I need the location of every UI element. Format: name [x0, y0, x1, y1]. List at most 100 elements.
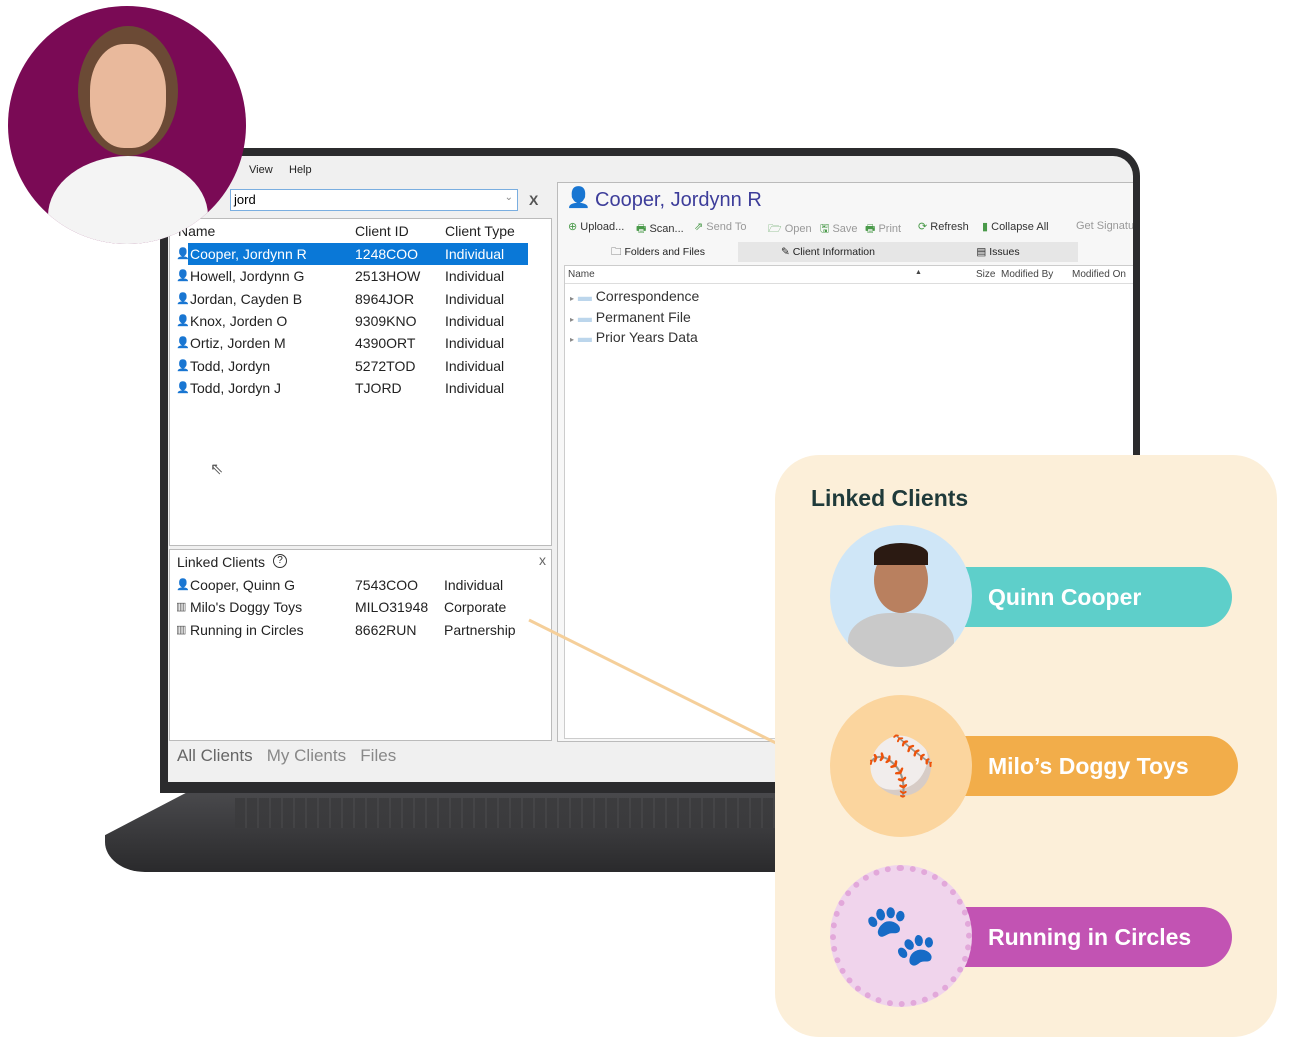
menu-help[interactable]: Help	[289, 164, 312, 176]
linked-client-row[interactable]: ▥ Running in Circles 8662RUN Partnership	[176, 619, 526, 641]
col-modified-on[interactable]: Modified On	[1072, 269, 1126, 280]
client-row[interactable]: 👤 Knox, Jorden O 9309KNO Individual	[176, 310, 526, 332]
toolbar-button-open[interactable]: 🗁 Open	[768, 220, 812, 239]
linked-milos-doggy-toys[interactable]: Milo’s Doggy Toys	[960, 736, 1238, 796]
toy-bone-icon: ⚾	[830, 695, 972, 837]
menu-view[interactable]: View	[249, 164, 273, 176]
building-icon: ▥	[176, 623, 187, 636]
folder-item[interactable]: ▸ ▬ Prior Years Data	[570, 329, 698, 345]
folder-icon: ▬	[577, 288, 592, 304]
client-id: 9309KNO	[355, 312, 417, 329]
clear-search-button[interactable]: X	[529, 192, 538, 208]
linked-client-row[interactable]: 👤 Cooper, Quinn G 7543COO Individual	[176, 574, 526, 596]
client-id: 7543COO	[355, 577, 419, 593]
connector-line	[528, 618, 781, 747]
toolbar-button-print[interactable]: 🖶 Print	[865, 220, 901, 239]
client-type: Individual	[445, 268, 505, 285]
client-id: 5272TOD	[355, 357, 416, 374]
client-id: 2513HOW	[355, 268, 421, 285]
linked-clients-panel: Linked Clients ? x 👤 Cooper, Quinn G 754…	[169, 549, 552, 741]
col-client-type[interactable]: Client Type	[445, 223, 515, 239]
paw-print-icon: 🐾	[830, 865, 972, 1007]
tab-folders-and-files[interactable]: 🗀 Folders and Files	[578, 242, 738, 262]
col-file-name[interactable]: Name	[568, 269, 595, 280]
client-type: Individual	[444, 577, 504, 593]
client-row[interactable]: 👤 Todd, Jordyn J TJORD Individual	[176, 377, 526, 399]
toolbar-icon: 🖶	[865, 223, 876, 235]
client-type: Individual	[445, 290, 505, 307]
toolbar-icon: ⇗	[694, 221, 704, 233]
folder-item[interactable]: ▸ ▬ Correspondence	[570, 288, 699, 304]
toolbar-button-scan[interactable]: 🖶 Scan...	[636, 220, 684, 239]
search-input[interactable]: jord ⌄	[230, 189, 518, 211]
client-row[interactable]: 👤 Howell, Jordynn G 2513HOW Individual	[176, 265, 526, 287]
client-type: Individual	[445, 246, 505, 262]
person-icon: 👤	[176, 579, 190, 591]
client-id: 1248COO	[355, 246, 419, 262]
expand-arrow-icon[interactable]: ▸	[570, 294, 574, 303]
col-size[interactable]: Size	[976, 269, 995, 280]
folder-icon: ▬	[577, 329, 592, 345]
toolbar-button-collapse-all[interactable]: ▮ Collapse All	[982, 220, 1049, 233]
toolbar-icon: ⟳	[918, 221, 928, 233]
close-linked-button[interactable]: x	[539, 552, 546, 568]
client-type: Corporate	[444, 599, 507, 616]
toolbar-button-send-to[interactable]: ⇗ Send To	[694, 220, 746, 233]
client-type: Individual	[445, 357, 505, 374]
client-row[interactable]: 👤 Todd, Jordyn 5272TOD Individual	[176, 355, 526, 377]
client-row[interactable]: 👤 Ortiz, Jorden M 4390ORT Individual	[176, 332, 526, 354]
tab-all-clients[interactable]: All Clients	[177, 746, 253, 765]
client-title: Cooper, Jordynn R	[595, 189, 762, 211]
client-name: Cooper, Quinn G	[190, 577, 296, 593]
client-type: Partnership	[444, 621, 516, 638]
folder-item[interactable]: ▸ ▬ Permanent File	[570, 309, 691, 325]
client-row[interactable]: 👤 Cooper, Jordynn R 1248COO Individual	[176, 243, 528, 265]
client-name: Milo's Doggy Toys	[190, 599, 303, 616]
card-title: Linked Clients	[811, 485, 969, 511]
toolbar-button-refresh[interactable]: ⟳ Refresh	[918, 220, 969, 233]
keyboard	[235, 798, 795, 828]
client-name: Ortiz, Jorden M	[190, 335, 286, 352]
tab-files[interactable]: Files	[360, 746, 396, 765]
help-icon[interactable]: ?	[273, 554, 287, 568]
tab-client-information[interactable]: ✎ Client Information	[738, 242, 918, 262]
tab-issues[interactable]: ▤ Issues	[918, 242, 1078, 262]
client-type: Individual	[445, 335, 505, 352]
expand-arrow-icon[interactable]: ▸	[570, 315, 574, 324]
bottom-tabs: All Clients My Clients Files	[177, 746, 396, 766]
client-name: Howell, Jordynn G	[190, 268, 305, 285]
linked-clients-card: Linked Clients Quinn Cooper Milo’s Doggy…	[775, 455, 1277, 1037]
client-id: TJORD	[355, 379, 402, 396]
toolbar-icon: ▮	[982, 221, 989, 233]
client-list: Name Client ID Client Type 👤 Cooper, Jor…	[169, 218, 552, 546]
user-avatar	[8, 6, 246, 244]
client-type: Individual	[445, 312, 505, 329]
quinn-avatar	[830, 525, 972, 667]
search-value: jord	[234, 192, 256, 207]
client-name: Jordan, Cayden B	[190, 290, 303, 307]
toolbar-button-save[interactable]: 🖫 Save	[820, 220, 858, 239]
client-id: 4390ORT	[355, 335, 416, 352]
linked-client-row[interactable]: ▥ Milo's Doggy Toys MILO31948 Corporate	[176, 596, 526, 618]
toolbar-icon: 🗁	[768, 223, 782, 235]
chevron-down-icon[interactable]: ⌄	[505, 192, 513, 203]
linked-running-in-circles[interactable]: Running in Circles	[960, 907, 1232, 967]
person-icon: 👤	[566, 187, 591, 209]
expand-arrow-icon[interactable]: ▸	[570, 335, 574, 344]
building-icon: ▥	[176, 601, 187, 614]
client-name: Running in Circles	[190, 621, 304, 638]
mouse-cursor-icon: ⇖	[210, 461, 224, 478]
col-modified-by[interactable]: Modified By	[1001, 269, 1053, 280]
linked-quinn-cooper[interactable]: Quinn Cooper	[960, 567, 1232, 627]
client-row[interactable]: 👤 Jordan, Cayden B 8964JOR Individual	[176, 288, 526, 310]
client-name: Knox, Jorden O	[190, 312, 288, 329]
sort-up-icon: ▲	[915, 269, 922, 276]
folder-icon: ▬	[577, 308, 592, 325]
linked-clients-title: Linked Clients	[177, 554, 265, 570]
toolbar-button-get-signatu[interactable]: Get Signatu	[1076, 220, 1133, 232]
toolbar-icon: ⊕	[568, 221, 578, 233]
tab-my-clients[interactable]: My Clients	[267, 746, 346, 765]
col-client-id[interactable]: Client ID	[355, 223, 409, 239]
client-type: Individual	[445, 379, 505, 396]
toolbar-button-upload[interactable]: ⊕ Upload...	[568, 220, 624, 233]
